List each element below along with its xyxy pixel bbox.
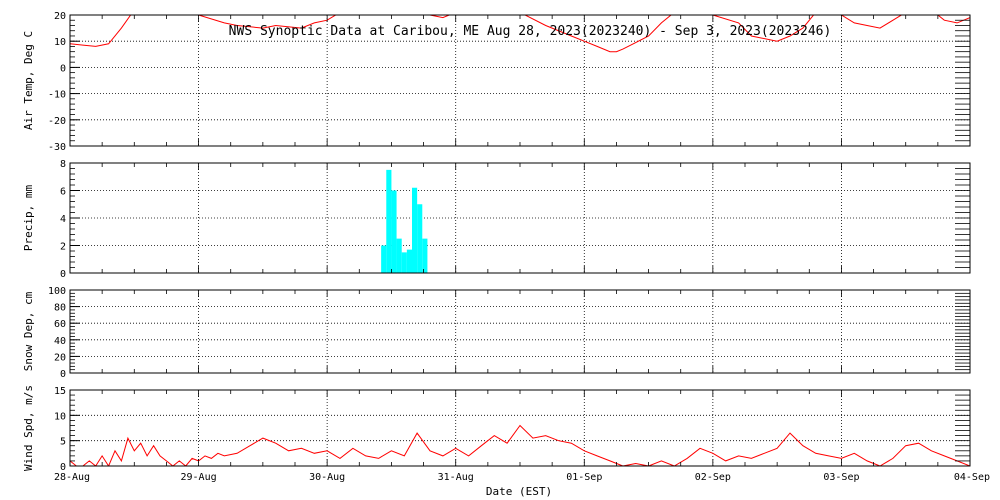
x-axis-ticks: 28-Aug 29-Aug 30-Aug 31-Aug 01-Sep 02-Sep 03-S… bbox=[54, 472, 990, 483]
wind_spd-ytick-label: 5 bbox=[60, 437, 66, 448]
precip-ytick-label: 8 bbox=[60, 159, 66, 170]
snow_dep-ytick-label: 100 bbox=[48, 286, 66, 297]
x-tick-label: 02-Sep bbox=[695, 472, 731, 483]
precip-bar bbox=[391, 190, 397, 273]
precip-bar bbox=[381, 245, 387, 273]
snow_dep-ytick-label: 0 bbox=[60, 369, 66, 380]
precip-series bbox=[381, 169, 428, 273]
nws-synoptic-chart: 20100-10-20-30Air Temp, Deg C86420Precip… bbox=[22, 11, 990, 498]
wind_spd-frame bbox=[69, 389, 971, 467]
x-tick-label: 28-Aug bbox=[54, 472, 90, 483]
precip-bar bbox=[412, 187, 418, 273]
wind_spd-line bbox=[70, 424, 970, 466]
precip-bar bbox=[417, 204, 423, 273]
air_temp-ytick-label: 10 bbox=[54, 37, 66, 48]
snow_dep-ytick-label: 20 bbox=[54, 352, 66, 363]
air_temp-ytick-label: 0 bbox=[60, 63, 66, 74]
wind_spd-ytick-label: 15 bbox=[54, 386, 66, 397]
precip-bar bbox=[386, 169, 392, 273]
snow_dep-ylabel: Snow Dep, cm bbox=[22, 291, 35, 371]
x-tick-label: 01-Sep bbox=[566, 472, 602, 483]
air_temp-ytick-label: -20 bbox=[48, 116, 66, 127]
wind_spd-panel: 151050Wind Spd, m/s bbox=[22, 385, 971, 473]
wind_spd-ytick-label: 10 bbox=[54, 411, 66, 422]
precip-bar bbox=[401, 252, 407, 273]
precip-ytick-label: 4 bbox=[60, 214, 66, 225]
precip-ylabel: Precip, mm bbox=[22, 185, 35, 252]
precip-ytick-label: 2 bbox=[60, 242, 66, 253]
x-tick-label: 04-Sep bbox=[954, 472, 990, 483]
snow_dep-ytick-label: 60 bbox=[54, 319, 66, 330]
air_temp-ytick-label: -30 bbox=[48, 142, 66, 153]
chart-title: NWS Synoptic Data at Caribou, ME Aug 28,… bbox=[229, 24, 832, 39]
precip-bar bbox=[422, 238, 428, 273]
wind_spd-ylabel: Wind Spd, m/s bbox=[22, 385, 35, 471]
snow_dep-ytick-label: 80 bbox=[54, 303, 66, 314]
x-axis-label: Date (EST) bbox=[486, 485, 552, 498]
x-tick-label: 31-Aug bbox=[438, 472, 474, 483]
air_temp-ytick-label: -10 bbox=[48, 90, 66, 101]
x-tick-label: 29-Aug bbox=[181, 472, 217, 483]
x-tick-label: 03-Sep bbox=[823, 472, 859, 483]
snow_dep-panel: 100 80 60 40 20 0 Snow Dep, cm bbox=[22, 286, 971, 380]
snow_dep-ytick-label: 40 bbox=[54, 336, 66, 347]
air_temp-ytick-label: 20 bbox=[54, 11, 66, 22]
precip-ytick-label: 0 bbox=[60, 269, 66, 280]
chart-panels: 20100-10-20-30Air Temp, Deg C86420Precip… bbox=[22, 11, 990, 483]
snow_dep-frame bbox=[69, 289, 971, 374]
precip-ytick-label: 6 bbox=[60, 187, 66, 198]
wind_spd-series bbox=[70, 424, 970, 466]
precip-panel: 8 6 4 2 0 Precip, mm bbox=[22, 159, 971, 280]
air_temp-ylabel: Air Temp, Deg C bbox=[22, 31, 35, 130]
precip-bar bbox=[406, 249, 412, 273]
precip-bar bbox=[396, 238, 402, 273]
x-tick-label: 30-Aug bbox=[309, 472, 345, 483]
